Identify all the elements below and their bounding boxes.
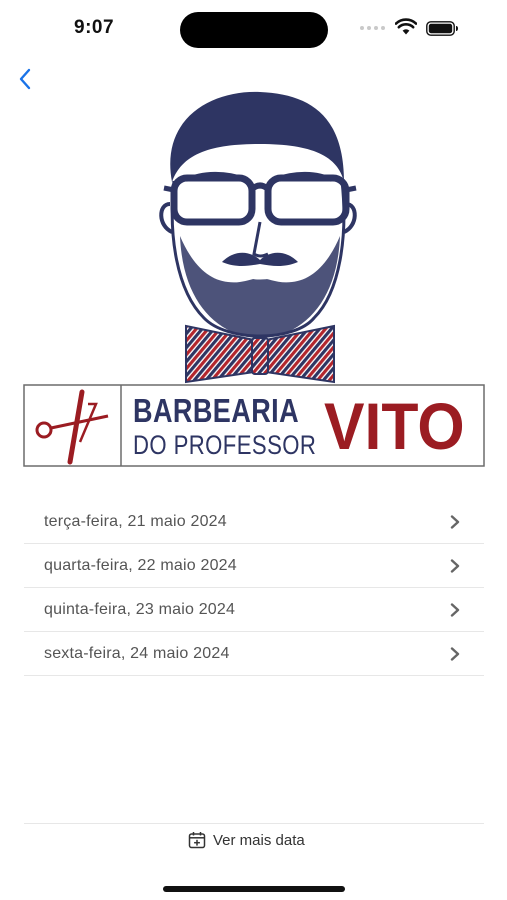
barbershop-logo: BARBEARIA DO PROFESSOR VITO bbox=[22, 86, 486, 470]
status-bar: 9:07 bbox=[0, 0, 507, 56]
logo-name: VITO bbox=[324, 389, 465, 463]
date-row[interactable]: quinta-feira, 23 maio 2024 bbox=[24, 588, 484, 632]
date-row[interactable]: sexta-feira, 24 maio 2024 bbox=[24, 632, 484, 676]
date-label: quinta-feira, 23 maio 2024 bbox=[44, 600, 236, 618]
logo-line2: DO PROFESSOR bbox=[133, 430, 317, 460]
chevron-right-icon bbox=[450, 558, 460, 573]
see-more-dates-button[interactable]: Ver mais data bbox=[188, 828, 305, 852]
chevron-right-icon bbox=[450, 602, 460, 617]
date-label: quarta-feira, 22 maio 2024 bbox=[44, 556, 237, 574]
see-more-dates-label: Ver mais data bbox=[213, 831, 305, 849]
dynamic-island bbox=[180, 12, 328, 48]
cellular-signal-icon bbox=[360, 26, 386, 32]
logo-line1: BARBEARIA bbox=[133, 392, 300, 429]
date-list: terça-feira, 21 maio 2024 quarta-feira, … bbox=[24, 500, 484, 676]
calendar-plus-icon bbox=[188, 832, 206, 849]
date-label: terça-feira, 21 maio 2024 bbox=[44, 512, 227, 530]
status-time: 9:07 bbox=[74, 17, 115, 38]
footer-divider bbox=[24, 823, 484, 824]
date-label: sexta-feira, 24 maio 2024 bbox=[44, 644, 230, 662]
chevron-right-icon bbox=[450, 646, 460, 661]
date-row[interactable]: quarta-feira, 22 maio 2024 bbox=[24, 544, 484, 588]
wifi-icon bbox=[395, 18, 417, 35]
home-indicator bbox=[163, 886, 345, 892]
date-row[interactable]: terça-feira, 21 maio 2024 bbox=[24, 500, 484, 544]
chevron-right-icon bbox=[450, 514, 460, 529]
battery-icon bbox=[426, 21, 458, 36]
